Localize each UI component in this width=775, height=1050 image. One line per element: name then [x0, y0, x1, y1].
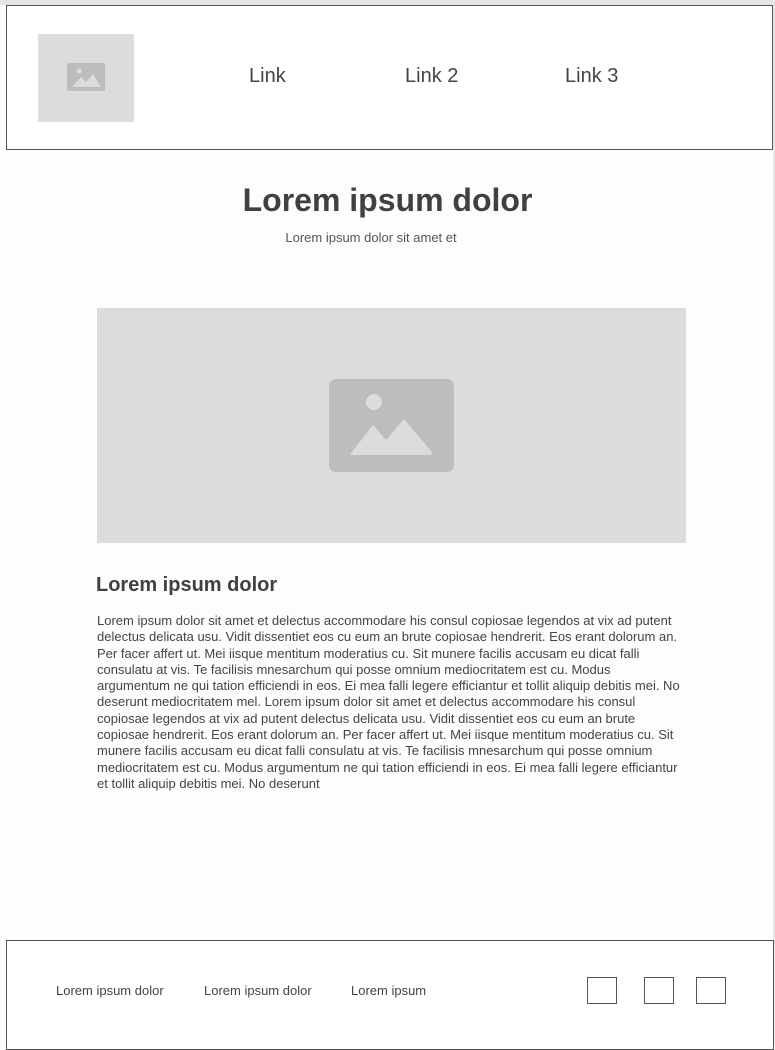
image-placeholder-icon [67, 63, 105, 91]
nav-link-3[interactable]: Link 3 [565, 65, 618, 88]
social-icon-3[interactable] [696, 977, 726, 1004]
footer-link-1[interactable]: Lorem ipsum dolor [56, 983, 164, 998]
nav-link-1[interactable]: Link [249, 65, 286, 88]
hero-image [97, 308, 686, 543]
body-text: Lorem ipsum dolor sit amet et delectus a… [97, 613, 680, 791]
logo[interactable] [38, 34, 134, 122]
section-title: Lorem ipsum dolor [96, 574, 278, 596]
footer-link-3[interactable]: Lorem ipsum [351, 983, 426, 998]
site-footer: Lorem ipsum dolor Lorem ipsum dolor Lore… [6, 940, 774, 1050]
nav-link-2[interactable]: Link 2 [405, 65, 458, 88]
page-subtitle: Lorem ipsum dolor sit amet et [285, 230, 457, 245]
site-header: Link Link 2 Link 3 [6, 5, 773, 150]
footer-link-2[interactable]: Lorem ipsum dolor [204, 983, 312, 998]
image-placeholder-icon [329, 379, 454, 472]
page-title: Lorem ipsum dolor [242, 182, 533, 218]
social-icon-2[interactable] [644, 977, 674, 1004]
social-icon-1[interactable] [587, 977, 617, 1004]
